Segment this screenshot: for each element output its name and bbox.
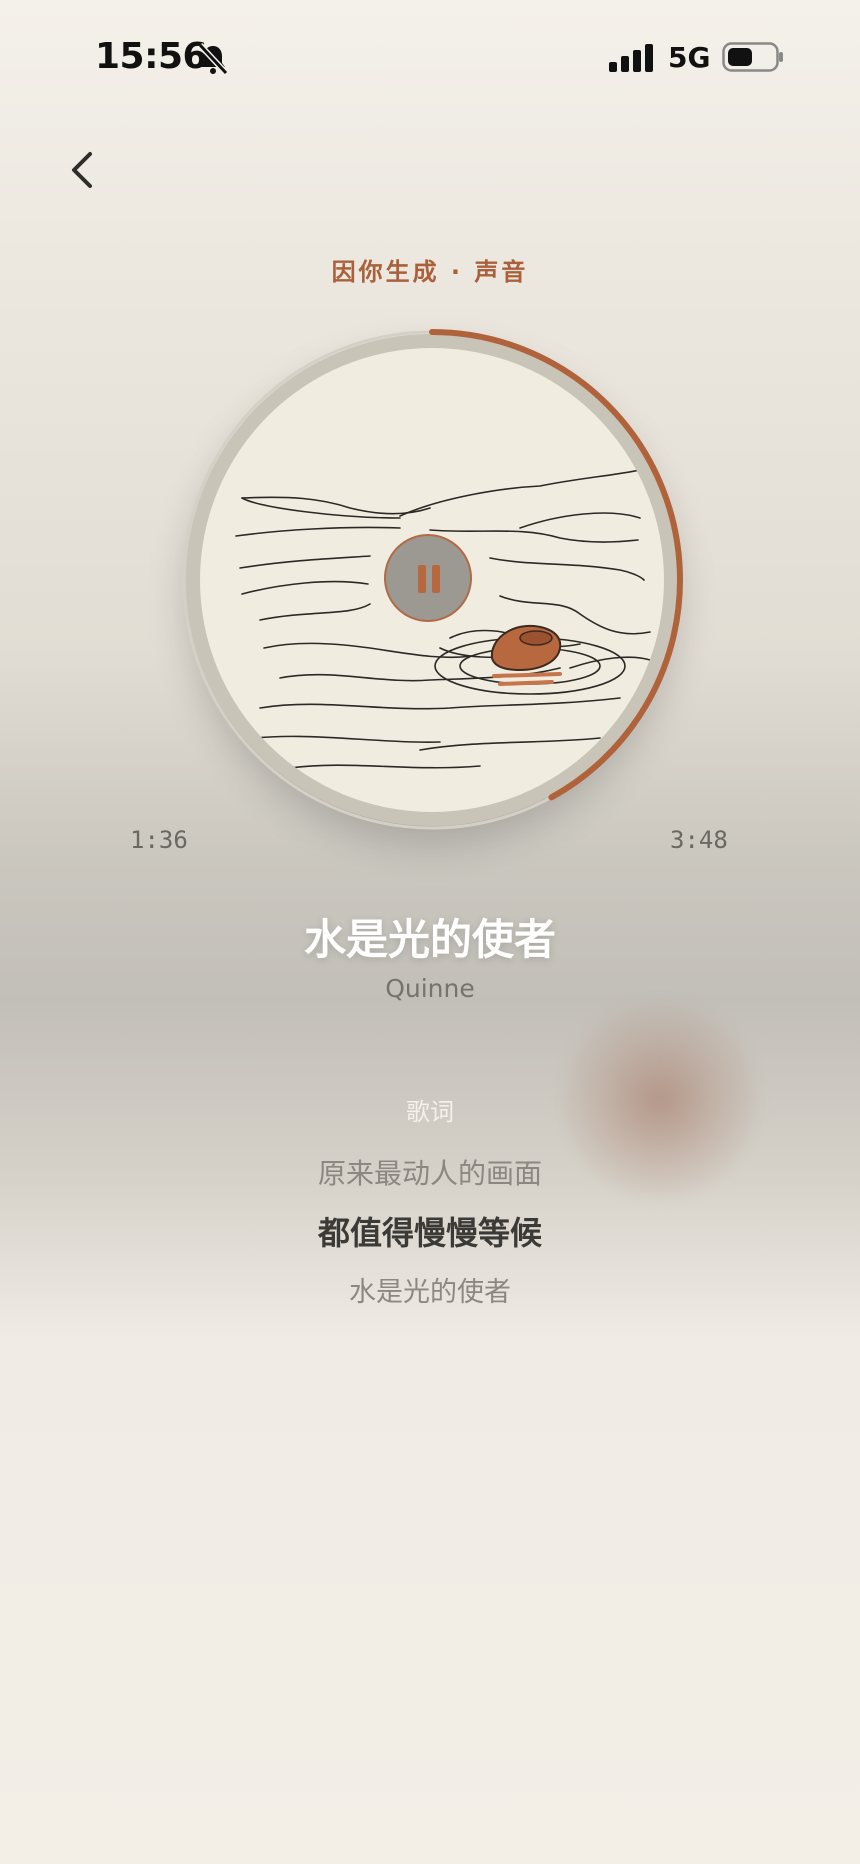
lyric-line-next: 水是光的使者	[349, 1277, 511, 1308]
total-time: 3:48	[670, 826, 728, 854]
signal-bars-icon	[609, 44, 653, 72]
bell-slash-icon	[197, 42, 229, 76]
current-time: 1:36	[130, 826, 188, 854]
source-label: 因你生成 · 声音	[331, 258, 529, 286]
lyric-line-previous: 原来最动人的画面	[317, 1157, 542, 1190]
back-button[interactable]	[64, 148, 104, 192]
lyric-line-current: 都值得慢慢等候	[317, 1214, 542, 1252]
network-type: 5G	[668, 41, 711, 74]
lyrics-heading[interactable]: 歌词	[0, 1092, 860, 1127]
pause-button[interactable]	[384, 534, 472, 622]
artist-name[interactable]: Quinne	[0, 974, 860, 1003]
status-time: 15:56	[95, 36, 208, 77]
battery-icon	[722, 42, 783, 72]
song-title: 水是光的使者	[303, 915, 556, 964]
pause-icon-bar	[432, 565, 440, 593]
pause-icon	[418, 565, 426, 593]
